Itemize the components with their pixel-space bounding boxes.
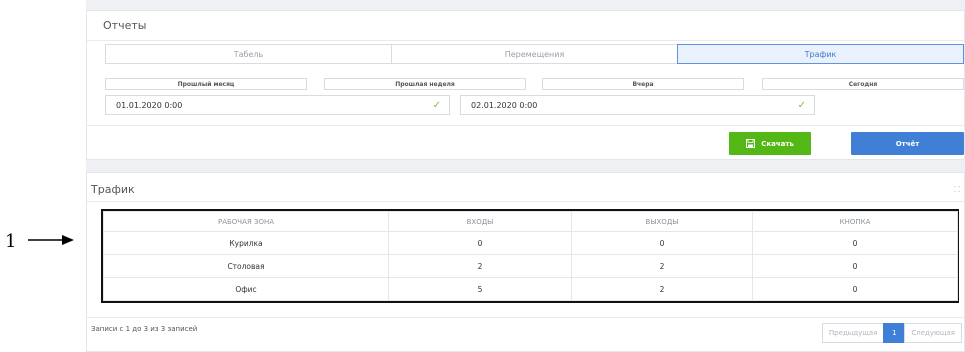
cell-entries: 0	[388, 231, 572, 255]
pagination: Предыдущая 1 Следующая	[821, 323, 962, 343]
expand-icon[interactable]: ⛶	[954, 185, 960, 195]
annotation-number: 1	[5, 231, 17, 252]
quick-range-last-month[interactable]: Прошлый месяц	[105, 78, 307, 90]
cell-exits: 2	[571, 254, 753, 278]
quick-range-yesterday[interactable]: Вчера	[542, 78, 744, 90]
cell-button: 0	[752, 254, 958, 278]
screenshot-canvas: 1 Отчеты Табель Перемещения Трафик Прошл…	[0, 0, 965, 352]
table-row: Курилка 0 0 0	[103, 231, 958, 255]
cell-button: 0	[752, 231, 958, 255]
column-header-entries[interactable]: ВХОДЫ	[388, 211, 572, 232]
download-label: Скачать	[761, 139, 794, 148]
column-header-exits[interactable]: ВЫХОДЫ	[571, 211, 753, 232]
divider	[87, 40, 964, 41]
cell-button: 0	[752, 277, 958, 301]
check-icon: ✓	[797, 100, 806, 111]
annotation-arrow-icon	[28, 235, 74, 245]
divider	[87, 201, 964, 202]
traffic-panel: Трафик ⛶ РАБОЧАЯ ЗОНА ВХОДЫ ВЫХОДЫ КНОПК…	[86, 172, 965, 352]
panel-title: Отчеты	[103, 19, 147, 32]
cell-entries: 5	[388, 277, 572, 301]
table-row: Офис 5 2 0	[103, 277, 958, 301]
cell-exits: 0	[571, 231, 753, 255]
date-from-field[interactable]: 01.01.2020 0:00 ✓	[105, 95, 450, 115]
pagination-next-button[interactable]: Следующая	[904, 323, 962, 343]
tab-movements[interactable]: Перемещения	[391, 44, 678, 64]
divider	[87, 317, 964, 318]
traffic-table-highlight: РАБОЧАЯ ЗОНА ВХОДЫ ВЫХОДЫ КНОПКА Курилка…	[101, 209, 959, 303]
download-button[interactable]: Скачать	[729, 132, 811, 155]
records-info: Записи с 1 до 3 из 3 записей	[91, 325, 198, 333]
pagination-prev-button[interactable]: Предыдущая	[821, 323, 885, 343]
cell-entries: 2	[388, 254, 572, 278]
date-to-value: 02.01.2020 0:00	[471, 100, 538, 110]
traffic-table: РАБОЧАЯ ЗОНА ВХОДЫ ВЫХОДЫ КНОПКА Курилка…	[103, 211, 958, 301]
date-to-field[interactable]: 02.01.2020 0:00 ✓	[460, 95, 815, 115]
pagination-page-1[interactable]: 1	[883, 323, 906, 343]
tab-traffic[interactable]: Трафик	[677, 44, 964, 64]
divider	[87, 125, 964, 126]
panel-title: Трафик	[91, 183, 135, 196]
report-button[interactable]: Отчёт	[851, 132, 964, 155]
cell-zone: Столовая	[103, 254, 389, 278]
quick-range-today[interactable]: Сегодня	[762, 78, 964, 90]
column-header-button[interactable]: КНОПКА	[752, 211, 958, 232]
table-row: Столовая 2 2 0	[103, 254, 958, 278]
reports-panel: Отчеты Табель Перемещения Трафик Прошлый…	[86, 10, 965, 160]
tab-tabel[interactable]: Табель	[105, 44, 392, 64]
column-header-work-zone[interactable]: РАБОЧАЯ ЗОНА	[103, 211, 389, 232]
check-icon: ✓	[432, 100, 441, 111]
app-area: Отчеты Табель Перемещения Трафик Прошлый…	[86, 0, 965, 352]
cell-zone: Офис	[103, 277, 389, 301]
quick-range-last-week[interactable]: Прошлая неделя	[324, 78, 526, 90]
report-tabs: Табель Перемещения Трафик	[105, 44, 964, 64]
cell-exits: 2	[571, 277, 753, 301]
cell-zone: Курилка	[103, 231, 389, 255]
date-from-value: 01.01.2020 0:00	[116, 100, 183, 110]
table-header-row: РАБОЧАЯ ЗОНА ВХОДЫ ВЫХОДЫ КНОПКА	[103, 211, 958, 232]
save-icon	[746, 139, 756, 148]
